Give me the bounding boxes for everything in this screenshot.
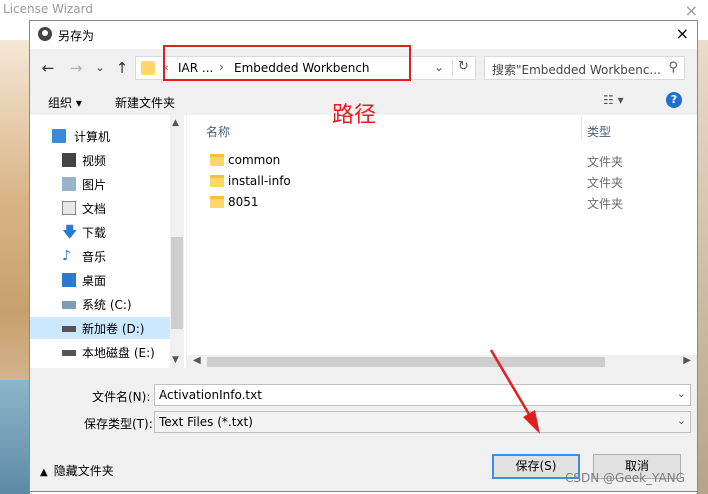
annotation-arrow-icon [489,349,540,434]
watermark: CSDN @Geek_YANG [565,471,685,485]
